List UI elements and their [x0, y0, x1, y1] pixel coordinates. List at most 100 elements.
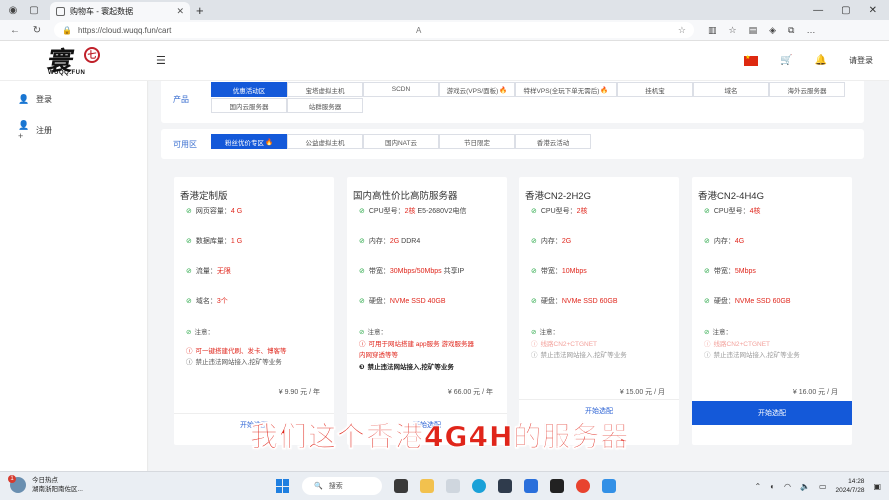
more-icon[interactable]: …: [806, 25, 815, 36]
search-icon: 🔍: [314, 483, 323, 490]
news-widget[interactable]: 1 今日热点 湖南浙阳南佐区...: [8, 475, 83, 494]
menu-hamburger-icon[interactable]: ☰: [156, 54, 166, 67]
chip-product-game-cloud[interactable]: 游戏云(VPS/面板) 🔥: [439, 82, 515, 97]
edge-browser-icon[interactable]: [472, 479, 486, 493]
split-screen-icon[interactable]: ▥: [708, 25, 717, 36]
penguin-qq-icon[interactable]: [550, 479, 564, 493]
taskbar-search[interactable]: 🔍 搜索: [302, 477, 382, 495]
bell-icon[interactable]: 🔔: [815, 55, 827, 66]
feature-value: 2G: [561, 238, 572, 245]
login-link[interactable]: 请登录: [849, 55, 873, 66]
notification-icon[interactable]: ▣: [873, 482, 881, 491]
weather-icon: 1: [8, 475, 26, 493]
chip-zone-public-hosting[interactable]: 公益虚拟主机: [287, 134, 363, 149]
collections-icon[interactable]: ▤: [749, 25, 758, 36]
card-title: 香港CN2-2H2G: [525, 191, 591, 202]
check-icon: ⊘: [704, 329, 710, 336]
product-card: 国内高性价比高防服务器 ⊘ CPU型号：2核 E5-2680V2电信 ⊘ 内存：2G…: [347, 177, 507, 445]
clock[interactable]: 14:28 2024/7/28: [836, 477, 865, 495]
feature-value: 2核: [576, 208, 588, 215]
new-tab-icon[interactable]: +: [196, 3, 204, 18]
card-feature: ⊘ 带宽：30Mbps/50Mbps 共享IP: [359, 266, 464, 276]
chip-product-hanging[interactable]: 挂机宝: [617, 82, 693, 97]
widget-title: 今日热点: [32, 477, 58, 484]
feature-label: 内存：: [368, 238, 390, 245]
chip-product-promo[interactable]: 优惠活动区: [211, 82, 287, 97]
check-icon: ⊘: [359, 268, 365, 275]
sidebar-item-label: 登录: [36, 95, 52, 104]
maximize-icon[interactable]: ▢: [841, 5, 850, 16]
chip-zone-festival[interactable]: 节日限定: [439, 134, 515, 149]
feature-value: NVMe SSD 60GB: [734, 298, 791, 305]
check-icon: ⊘: [186, 208, 192, 215]
battery-icon[interactable]: ▭: [819, 482, 827, 491]
cart-icon[interactable]: 🛒: [780, 55, 792, 66]
chip-product-domain[interactable]: 域名: [693, 82, 769, 97]
card-note-heading: ⊘ 注意：: [186, 326, 214, 336]
chip-product-special-vps[interactable]: 特样VPS(全玩下单无需后) 🔥: [515, 82, 617, 97]
profile-icon[interactable]: ◉: [5, 2, 21, 18]
feature-label: 硬盘：: [540, 298, 562, 305]
url-field[interactable]: 🔒 https://cloud.wuqq.fun/cart A ☆: [54, 22, 694, 38]
feature-value: NVMe SSD 60GB: [561, 298, 618, 305]
chip-product-domestic-cloud[interactable]: 国内云服务器: [211, 98, 287, 113]
logo-seal: 七: [84, 47, 100, 63]
shield-icon[interactable]: ◈: [769, 25, 776, 36]
favorite-star-icon[interactable]: ☆: [678, 25, 686, 36]
china-flag-icon[interactable]: [744, 54, 759, 66]
chip-product-site-group[interactable]: 站群服务器: [287, 98, 363, 113]
info-icon: ⓘ: [186, 348, 193, 355]
check-icon: ⊘: [531, 238, 537, 245]
refresh-icon[interactable]: ↻: [30, 25, 44, 36]
feature-value: 30Mbps/50Mbps: [389, 268, 442, 275]
feature-value: 无限: [216, 268, 231, 275]
card-feature: ⊘ 内存：4G: [704, 236, 744, 246]
sidebar-item-register[interactable]: 👤+ 注册: [18, 120, 52, 141]
chip-product-bt-hosting[interactable]: 宝塔虚拟主机: [287, 82, 363, 97]
chip-label: 香港云活动: [536, 139, 570, 147]
info-icon: ⓘ: [186, 359, 193, 366]
chip-zone-fans[interactable]: 粉丝优价专区 🔥: [211, 134, 287, 149]
site-logo[interactable]: 寰 七 WUQQ.FUN: [45, 41, 106, 81]
wifi-icon[interactable]: ◠: [784, 482, 791, 491]
browser-tab[interactable]: 购物车 - 寰起数据 ✕: [50, 2, 190, 20]
window-close-icon[interactable]: ✕: [869, 5, 877, 16]
main-content: 产品 优惠活动区 宝塔虚拟主机 SCDN 游戏云(VPS/面板) 🔥 特样VPS(…: [149, 81, 889, 471]
user-icon: 👤: [18, 94, 30, 104]
chip-zone-hk-cloud[interactable]: 香港云活动: [515, 134, 591, 149]
sidebar-item-login[interactable]: 👤 登录: [18, 94, 52, 105]
clock-date: 2024/7/28: [835, 487, 865, 494]
card-note: ⓘ 可用于网站搭建 app服务 游戏服务器: [359, 338, 474, 348]
volume-icon[interactable]: 🔈: [800, 482, 810, 491]
word-app-icon[interactable]: [446, 479, 460, 493]
info-icon: ⓘ: [531, 352, 538, 359]
chip-label: 粉丝优价专区: [224, 139, 264, 147]
check-icon: ⊘: [186, 268, 192, 275]
back-icon[interactable]: ←: [8, 25, 22, 36]
extensions-icon[interactable]: ⧉: [788, 25, 794, 36]
workspaces-icon[interactable]: ▢: [26, 2, 42, 18]
tray-chevron-icon[interactable]: ⌃: [754, 482, 761, 491]
minimize-icon[interactable]: —: [813, 5, 823, 16]
chip-product-overseas[interactable]: 海外云服务器: [769, 82, 845, 97]
read-aloud-icon[interactable]: A: [416, 26, 421, 35]
lock-icon[interactable]: 🔒: [62, 26, 72, 35]
tray-app-icon[interactable]: ◐: [770, 482, 775, 491]
close-tab-icon[interactable]: ✕: [176, 6, 184, 17]
start-windows-icon[interactable]: [276, 479, 290, 493]
card-feature: ⊘ 内存：2G DDR4: [359, 236, 420, 246]
task-view-icon[interactable]: [394, 479, 408, 493]
photos-app-icon[interactable]: [498, 479, 512, 493]
favorites-icon[interactable]: ☆: [729, 25, 737, 36]
chip-product-scdn[interactable]: SCDN: [363, 82, 439, 97]
configure-button[interactable]: 开始选配: [692, 401, 852, 425]
vscode-icon[interactable]: [524, 479, 538, 493]
file-explorer-icon[interactable]: [420, 479, 434, 493]
feature-value: 10Mbps: [561, 268, 587, 275]
red-app-icon[interactable]: [576, 479, 590, 493]
product-filter-panel: 产品 优惠活动区 宝塔虚拟主机 SCDN 游戏云(VPS/面板) 🔥 特样VPS(…: [161, 81, 864, 123]
product-card: 香港定制版 ⊘ 网页容量：4 G ⊘ 数据库量：1 G ⊘ 流量：无限 ⊘ 域名：3个 …: [174, 177, 334, 445]
feature-label: CPU型号：: [713, 208, 750, 215]
video-app-icon[interactable]: [602, 479, 616, 493]
chip-zone-nat-cloud[interactable]: 国内NAT云: [363, 134, 439, 149]
